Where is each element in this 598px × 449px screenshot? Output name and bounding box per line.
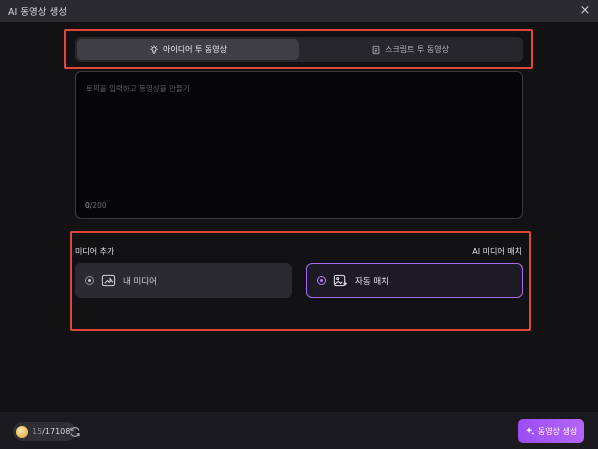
generate-video-label: 동영상 생성	[537, 426, 578, 436]
image-sparkle-icon	[333, 274, 348, 287]
char-counter: 0/200	[85, 201, 107, 210]
topic-input[interactable]: 토픽을 입력하고 동영상을 만들기 0/200	[75, 71, 523, 219]
char-max: /200	[89, 201, 107, 210]
lightbulb-icon	[150, 44, 158, 54]
auto-match-radio[interactable]	[317, 276, 326, 285]
ai-media-match-label: AI 미디어 매치	[472, 247, 522, 256]
auto-match-option[interactable]: 자동 매치	[306, 263, 523, 298]
credits-value: 15/17108	[32, 427, 70, 436]
tab-script-to-video[interactable]: 스크립트 투 동영상	[299, 39, 521, 60]
topic-placeholder: 토픽을 입력하고 동영상을 만들기	[86, 84, 190, 93]
window-title: AI 동영상 생성	[8, 7, 68, 18]
title-bar: AI 동영상 생성 ×	[0, 0, 598, 22]
folder-media-icon	[101, 274, 116, 287]
media-section-title: 미디어 추가	[75, 247, 115, 256]
generate-video-button[interactable]: 동영상 생성	[518, 419, 584, 443]
script-icon	[372, 45, 380, 54]
coin-icon	[16, 425, 28, 438]
credits-badge: 15/17108	[13, 422, 77, 441]
auto-match-label: 자동 매치	[355, 276, 389, 287]
tab-label: 아이디어 투 동영상	[163, 45, 227, 54]
credits-total: /17108	[42, 427, 71, 436]
footer-bar: 15/17108 동영상 생성	[0, 412, 598, 449]
tab-label: 스크립트 투 동영상	[385, 45, 449, 54]
tab-idea-to-video[interactable]: 아이디어 투 동영상	[77, 39, 299, 60]
my-media-option[interactable]: 내 미디어	[75, 263, 292, 298]
close-icon[interactable]: ×	[578, 4, 592, 18]
my-media-label: 내 미디어	[123, 276, 157, 287]
sparkle-icon	[525, 426, 535, 436]
my-media-radio[interactable]	[85, 276, 94, 285]
credits-used: 15	[32, 427, 43, 436]
refresh-icon[interactable]	[69, 426, 81, 438]
mode-tabs: 아이디어 투 동영상 스크립트 투 동영상	[75, 37, 523, 62]
